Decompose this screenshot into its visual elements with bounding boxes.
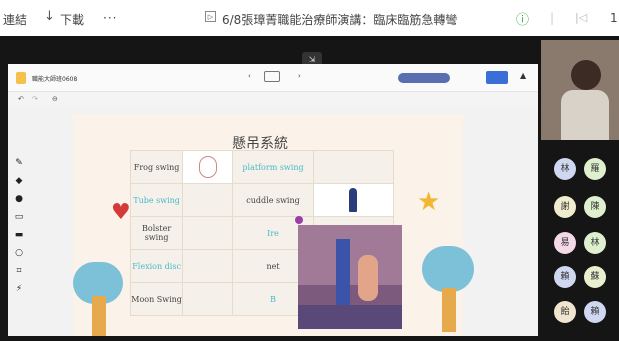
notification-badge <box>295 216 303 224</box>
divider: | <box>550 11 555 25</box>
table-row: Frog swing platform swing <box>129 150 395 184</box>
prev-page-icon[interactable]: ‹ <box>248 72 251 80</box>
top-toolbar: 連結 ↓ 下載 ··· ▷ 6/8張璋菁職能治療師演講：臨床臨筋急轉彎 ⓘ | … <box>0 0 619 36</box>
download-button[interactable]: 下載 <box>60 11 84 28</box>
select-icon[interactable]: ● <box>12 192 26 206</box>
star-icon: ★ <box>417 187 441 217</box>
table-cell: Frog swing <box>129 150 184 184</box>
file-name: 職能大師班0608 <box>32 76 78 83</box>
table-cell <box>182 216 234 250</box>
tree-left-trunk <box>92 296 106 336</box>
drawing-tools: ✎ ◆ ● ▭ ▬ ○ ⌗ ⚡ <box>12 156 30 306</box>
app-subtoolbar: ↶ ↷ ⊖ <box>8 92 538 108</box>
note-icon[interactable]: ▭ <box>12 210 26 224</box>
participant-list: 林 羅 謝 陳 易 林 賴 蘇 飴 賴 <box>541 148 619 341</box>
embedded-video[interactable] <box>298 225 402 329</box>
circle-icon[interactable]: ○ <box>12 246 26 260</box>
pen-icon[interactable]: ✎ <box>12 156 26 170</box>
tree-right-illustration <box>422 246 474 292</box>
participant-avatar[interactable]: 林 <box>554 158 576 180</box>
participant-avatar[interactable]: 羅 <box>584 158 606 180</box>
redo-icon[interactable]: ↷ <box>32 95 38 103</box>
info-icon[interactable]: ⓘ <box>516 9 529 28</box>
collab-avatars <box>398 73 450 83</box>
shape-icon[interactable]: ▬ <box>12 228 26 242</box>
zoom-icon[interactable]: ⊖ <box>52 95 58 103</box>
table-cell <box>312 150 395 184</box>
eraser-icon[interactable]: ◆ <box>12 174 26 188</box>
table-cell <box>182 249 234 283</box>
table-cell: Flexion disc <box>129 249 184 283</box>
table-cell <box>182 282 234 316</box>
participant-avatar[interactable]: 蘇 <box>584 266 606 288</box>
page-view-icon[interactable] <box>264 71 280 82</box>
download-icon[interactable]: ↓ <box>44 9 55 24</box>
frame-icon[interactable]: ⌗ <box>12 264 26 278</box>
table-cell: Bolster swing <box>129 216 184 250</box>
profile-icon[interactable]: ▲ <box>520 71 526 80</box>
table-cell: platform swing <box>232 150 314 184</box>
share-button[interactable] <box>486 71 508 84</box>
next-page-icon[interactable]: › <box>298 72 301 80</box>
participant-avatar[interactable]: 賴 <box>554 266 576 288</box>
table-cell: Moon Swing <box>129 282 184 316</box>
participant-avatar[interactable]: 易 <box>554 232 576 254</box>
undo-icon[interactable]: ↶ <box>18 95 24 103</box>
lightning-icon[interactable]: ⚡ <box>12 282 26 296</box>
frog-swing-image <box>182 150 234 184</box>
participant-avatar[interactable]: 謝 <box>554 196 576 218</box>
participant-avatar[interactable]: 賴 <box>584 301 606 323</box>
table-cell: cuddle swing <box>232 183 314 217</box>
app-header: 職能大師班0608 ‹ › ▲ <box>8 64 538 92</box>
tree-right-trunk <box>442 288 456 332</box>
participant-avatar[interactable]: 陳 <box>584 196 606 218</box>
presenter-camera <box>541 40 619 140</box>
table-cell: Tube swing <box>129 183 184 217</box>
table-cell <box>182 183 234 217</box>
table-row: Tube swing cuddle swing <box>129 183 395 217</box>
play-icon[interactable]: ▷ <box>205 11 216 22</box>
app-logo-icon <box>16 72 26 84</box>
meeting-title: 6/8張璋菁職能治療師演講：臨床臨筋急轉彎 <box>222 13 458 27</box>
more-button[interactable]: ··· <box>103 11 117 25</box>
link-button[interactable]: 連結 <box>3 11 27 28</box>
heart-icon: ♥ <box>111 200 131 225</box>
skip-back-icon[interactable]: |◁ <box>575 11 587 24</box>
participant-avatar[interactable]: 林 <box>584 232 606 254</box>
cuddle-swing-image <box>312 183 395 217</box>
participant-avatar[interactable]: 飴 <box>554 301 576 323</box>
page-number: 1 <box>610 11 618 25</box>
